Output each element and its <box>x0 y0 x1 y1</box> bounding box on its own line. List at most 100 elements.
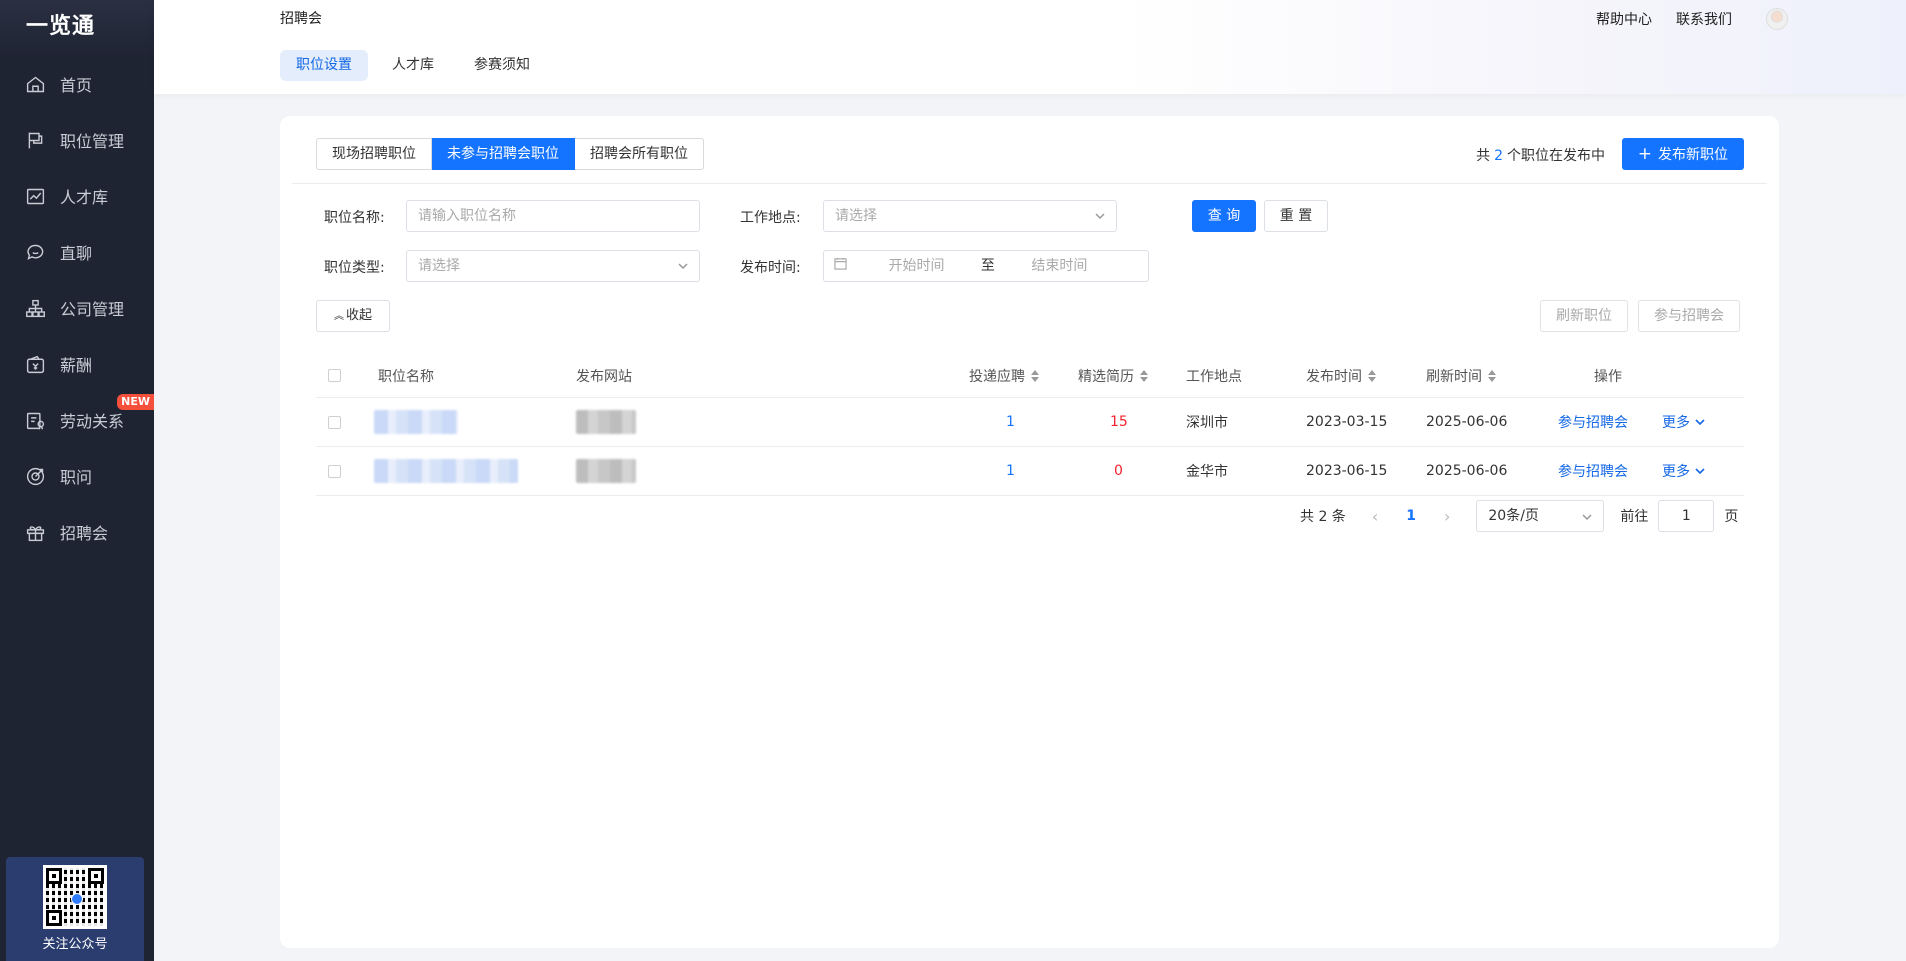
sidebar-item-salary[interactable]: 薪酬 <box>0 336 154 392</box>
sidebar-item-home[interactable]: 首页 <box>0 56 154 112</box>
tab-job-settings[interactable]: 职位设置 <box>280 50 368 81</box>
start-date-input[interactable]: 开始时间 <box>866 251 966 281</box>
end-date-input[interactable]: 结束时间 <box>1009 251 1109 281</box>
sidebar-item-jobs[interactable]: 职位管理 <box>0 112 154 168</box>
applications-count[interactable]: 1 <box>1006 398 1015 446</box>
chat-icon <box>24 241 46 263</box>
home-icon <box>24 73 46 95</box>
calendar-icon <box>834 251 854 281</box>
location-select[interactable]: 请选择 <box>823 200 1117 232</box>
job-filter-segments: 现场招聘职位 未参与招聘会职位 招聘会所有职位 <box>316 138 704 170</box>
publish-time-label: 发布时间: <box>740 260 801 276</box>
page-size-select[interactable]: 20条/页 <box>1476 500 1605 532</box>
publish-job-button[interactable]: + 发布新职位 <box>1621 138 1744 170</box>
flag-icon <box>24 129 46 151</box>
contact-us-link[interactable]: 联系我们 <box>1676 9 1732 29</box>
sidebar-item-job-fair[interactable]: 招聘会 <box>0 504 154 560</box>
job-type-select[interactable]: 请选择 <box>406 250 700 282</box>
sidebar-item-label: 公司管理 <box>60 300 125 319</box>
top-links: 帮助中心 联系我们 <box>1572 8 1788 30</box>
sidebar-item-label: 招聘会 <box>60 524 109 543</box>
reset-button[interactable]: 重 置 <box>1264 200 1328 232</box>
sidebar-item-company[interactable]: 公司管理 <box>0 280 154 336</box>
row-checkbox[interactable] <box>328 398 341 446</box>
col-publish-date[interactable]: 发布时间 <box>1306 354 1376 397</box>
qr-label: 关注公众号 <box>42 937 108 952</box>
sidebar-item-label: 职问 <box>60 468 93 487</box>
wallet-icon <box>24 353 46 375</box>
applications-count[interactable]: 1 <box>1006 447 1015 495</box>
header-tabs: 职位设置 人才库 参赛须知 <box>280 50 554 81</box>
chevron-down-icon <box>1695 468 1705 475</box>
col-actions: 操作 <box>1594 368 1622 385</box>
sort-icon <box>1140 369 1148 382</box>
qr-code-panel: 关注公众号 <box>6 857 144 961</box>
sidebar-item-label: 职位管理 <box>60 132 125 151</box>
breadcrumb: 招聘会 <box>280 11 322 27</box>
avatar[interactable] <box>1766 8 1788 30</box>
divider <box>292 183 1767 184</box>
table-header: 职位名称 发布网站 投递应聘 精选简历 工作地点 发布时间 刷新时间 操作 <box>316 354 1744 398</box>
location-label: 工作地点: <box>740 210 801 226</box>
sidebar-item-chat[interactable]: 直聊 <box>0 224 154 280</box>
sidebar-item-talent[interactable]: 人才库 <box>0 168 154 224</box>
tab-rules[interactable]: 参赛须知 <box>458 50 546 81</box>
total-count: 共 2 条 <box>1300 509 1346 525</box>
location-cell: 金华市 <box>1186 464 1228 480</box>
col-applications[interactable]: 投递应聘 <box>969 354 1039 397</box>
join-fair-link[interactable]: 参与招聘会 <box>1558 398 1628 446</box>
sidebar-item-label: 首页 <box>60 76 93 95</box>
chevron-down-icon <box>1094 201 1106 233</box>
segment-not-joined-jobs[interactable]: 未参与招聘会职位 <box>432 138 575 170</box>
more-dropdown[interactable]: 更多 <box>1662 447 1705 495</box>
sidebar-item-ask[interactable]: 职问 <box>0 448 154 504</box>
range-separator: 至 <box>980 258 995 274</box>
prev-page-icon[interactable]: ‹ <box>1372 507 1378 526</box>
qr-code <box>43 865 107 929</box>
location-cell: 深圳市 <box>1186 415 1228 431</box>
goto-page-input[interactable]: 1 <box>1658 500 1715 532</box>
segment-all-fair-jobs[interactable]: 招聘会所有职位 <box>575 138 704 170</box>
gift-icon <box>24 521 46 543</box>
app-logo[interactable]: 一览通 <box>0 0 154 56</box>
goto-label: 前往 <box>1620 509 1649 525</box>
join-fair-link[interactable]: 参与招聘会 <box>1558 447 1628 495</box>
more-dropdown[interactable]: 更多 <box>1662 398 1705 446</box>
page-1[interactable]: 1 <box>1406 508 1416 524</box>
chevron-down-icon <box>1695 419 1705 426</box>
job-name-redacted[interactable] <box>374 398 458 446</box>
tab-talent-pool[interactable]: 人才库 <box>376 50 450 81</box>
help-center-link[interactable]: 帮助中心 <box>1596 9 1652 29</box>
plus-icon: + <box>1637 144 1652 164</box>
contract-icon <box>24 409 46 431</box>
job-name-redacted[interactable] <box>374 447 518 495</box>
col-location: 工作地点 <box>1186 368 1242 385</box>
sidebar: 一览通 首页 职位管理 人才库 直聊 公司管理 薪酬 劳动关系 NEW 职问 招… <box>0 0 154 961</box>
publish-date-cell: 2023-06-15 <box>1306 463 1388 479</box>
segment-onsite-jobs[interactable]: 现场招聘职位 <box>316 138 432 170</box>
sort-icon <box>1368 369 1376 382</box>
resumes-count[interactable]: 0 <box>1114 447 1123 495</box>
resumes-count[interactable]: 15 <box>1110 398 1128 446</box>
next-page-icon[interactable]: › <box>1444 507 1450 526</box>
table-row: 1 15 深圳市 2023-03-15 2025-06-06 参与招聘会 更多 <box>316 398 1744 447</box>
query-button[interactable]: 查 询 <box>1192 200 1256 232</box>
org-chart-icon <box>24 297 46 319</box>
col-refresh-date[interactable]: 刷新时间 <box>1426 354 1496 397</box>
select-all-checkbox[interactable] <box>328 354 341 397</box>
publish-date-cell: 2023-03-15 <box>1306 414 1388 430</box>
col-resumes[interactable]: 精选简历 <box>1078 354 1148 397</box>
sidebar-item-labor[interactable]: 劳动关系 NEW <box>0 392 154 448</box>
target-icon <box>24 465 46 487</box>
publish-time-range[interactable]: 开始时间 至 结束时间 <box>823 250 1149 282</box>
job-name-input[interactable]: 请输入职位名称 <box>406 200 700 232</box>
refresh-jobs-button[interactable]: 刷新职位 <box>1540 300 1628 332</box>
chart-line-icon <box>24 185 46 207</box>
row-checkbox[interactable] <box>328 447 341 495</box>
sort-icon <box>1488 369 1496 382</box>
collapse-button[interactable]: ︽ 收起 <box>316 300 390 332</box>
refresh-date-cell: 2025-06-06 <box>1426 463 1508 479</box>
join-fair-button[interactable]: 参与招聘会 <box>1638 300 1740 332</box>
sidebar-item-label: 劳动关系 <box>60 412 125 431</box>
col-site: 发布网站 <box>576 368 632 385</box>
